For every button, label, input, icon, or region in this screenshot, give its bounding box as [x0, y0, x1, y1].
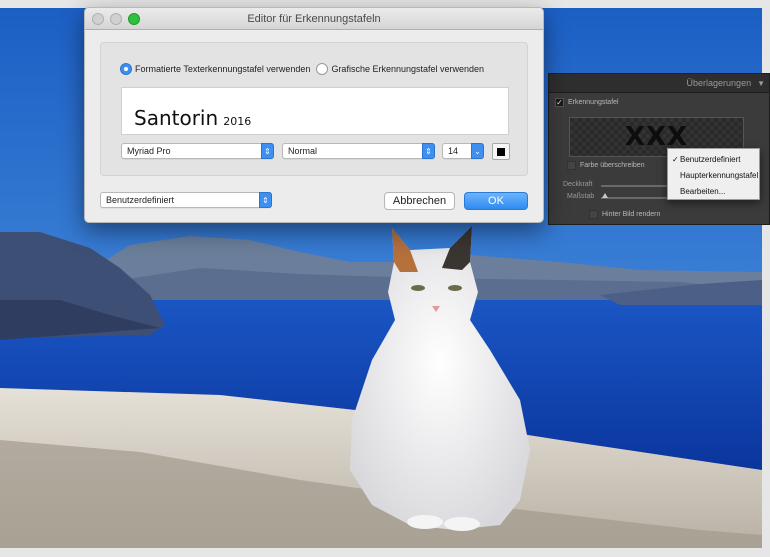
- scale-slider-knob[interactable]: [602, 193, 608, 198]
- identity-plate-editor-dialog: Editor für Erkennungstafeln Formatierte …: [84, 7, 544, 223]
- minimize-window-button[interactable]: [110, 13, 122, 25]
- scale-label: Maßstab: [567, 193, 595, 200]
- ok-button[interactable]: OK: [464, 192, 528, 210]
- updown-arrows-icon: ⇕: [259, 192, 272, 208]
- plate-type-radio-group: Formatierte Texterkennungstafel verwende…: [120, 63, 490, 75]
- menu-item-edit[interactable]: Bearbeiten...: [668, 183, 759, 199]
- plate-text-main: Santorin: [134, 106, 219, 130]
- identity-plate-label: Erkennungstafel: [568, 99, 619, 106]
- menu-item-label: Benutzerdefiniert: [680, 154, 741, 164]
- preset-select[interactable]: Benutzerdefiniert ⇕: [100, 192, 272, 208]
- radio-button[interactable]: [316, 63, 329, 75]
- menu-item-main-plate[interactable]: Haupterkennungstafel: [668, 167, 759, 183]
- render-behind-checkbox[interactable]: ✓: [589, 210, 598, 219]
- identity-plate-toggle[interactable]: ✓ Erkennungstafel: [555, 98, 619, 107]
- opacity-slider-track[interactable]: [601, 185, 667, 187]
- font-style-value: Normal: [288, 146, 318, 156]
- updown-arrows-icon: ⇕: [261, 143, 274, 159]
- checkmark-icon: ✓: [672, 154, 679, 164]
- font-size-select[interactable]: 14 ⌄: [442, 143, 484, 159]
- font-family-select[interactable]: Myriad Pro ⇕: [121, 143, 274, 159]
- text-color-well[interactable]: [492, 143, 510, 160]
- override-color-checkbox[interactable]: ✓: [567, 161, 576, 170]
- radio-graphical-plate[interactable]: Grafische Erkennungstafel verwenden: [316, 63, 484, 75]
- chevron-down-icon: ⌄: [471, 143, 484, 159]
- overlay-panel-header[interactable]: Überlagerungen ▼: [549, 74, 769, 93]
- radio-styled-text-plate[interactable]: Formatierte Texterkennungstafel verwende…: [120, 63, 310, 75]
- render-behind-label: Hinter Bild rendern: [602, 211, 661, 218]
- render-behind-toggle[interactable]: ✓ Hinter Bild rendern: [589, 210, 660, 219]
- identity-plate-checkbox[interactable]: ✓: [555, 98, 564, 107]
- collapse-triangle-icon[interactable]: ▼: [757, 79, 765, 88]
- menu-item-label: Haupterkennungstafel: [680, 170, 759, 180]
- override-color-toggle[interactable]: ✓ Farbe überschreiben: [567, 161, 645, 170]
- plate-text-year: 2016: [223, 115, 252, 128]
- zoom-window-button[interactable]: [128, 13, 140, 25]
- font-style-select[interactable]: Normal ⇕: [282, 143, 435, 159]
- overlay-panel-title: Überlagerungen: [686, 78, 752, 88]
- color-swatch-icon: [497, 147, 505, 156]
- font-family-value: Myriad Pro: [127, 146, 171, 156]
- menu-item-label: Bearbeiten...: [680, 186, 726, 196]
- radio-graphic-label: Grafische Erkennungstafel verwenden: [331, 64, 485, 74]
- radio-styled-label: Formatierte Texterkennungstafel verwende…: [135, 64, 311, 74]
- close-window-button[interactable]: [92, 13, 104, 25]
- radio-button-selected[interactable]: [120, 63, 132, 75]
- dialog-title: Editor für Erkennungstafeln: [247, 12, 381, 25]
- preset-value: Benutzerdefiniert: [106, 195, 175, 205]
- font-size-value: 14: [448, 146, 459, 156]
- plate-text-editor[interactable]: Santorin 2016: [121, 87, 509, 135]
- opacity-label: Deckkraft: [563, 181, 593, 188]
- window-controls: [92, 13, 140, 25]
- dialog-titlebar[interactable]: Editor für Erkennungstafeln: [85, 8, 543, 30]
- override-color-label: Farbe überschreiben: [580, 162, 645, 169]
- scale-slider-track[interactable]: [601, 197, 667, 199]
- menu-item-custom[interactable]: ✓ Benutzerdefiniert: [668, 151, 759, 167]
- cancel-button[interactable]: Abbrechen: [384, 192, 455, 210]
- identity-plate-menu: ✓ Benutzerdefiniert Haupterkennungstafel…: [667, 148, 760, 200]
- updown-arrows-icon: ⇕: [422, 143, 435, 159]
